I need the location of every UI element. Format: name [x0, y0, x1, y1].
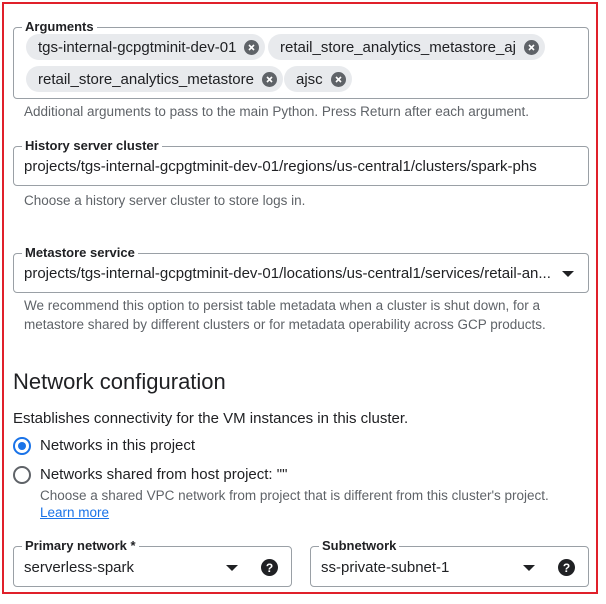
subnetwork-label: Subnetwork: [319, 538, 400, 554]
arguments-field[interactable]: Arguments tgs-internal-gcpgtminit-dev-01…: [13, 19, 589, 99]
network-section-title: Network configuration: [13, 369, 226, 394]
arguments-hint: Additional arguments to pass to the main…: [24, 104, 530, 119]
learn-more-link[interactable]: Learn more: [40, 505, 109, 520]
history-server-hint: Choose a history server cluster to store…: [24, 193, 306, 208]
argument-chip-text: retail_store_analytics_metastore_aj: [280, 38, 516, 56]
help-icon[interactable]: ?: [261, 559, 278, 576]
dropdown-caret-icon[interactable]: [562, 271, 574, 277]
network-description: Establishes connectivity for the VM inst…: [13, 410, 409, 427]
shared-network-hint: Choose a shared VPC network from project…: [40, 488, 549, 503]
metastore-hint-line1: We recommend this option to persist tabl…: [24, 298, 541, 313]
primary-network-value: serverless-spark: [24, 559, 135, 576]
radio-networks-this-project[interactable]: [13, 437, 31, 455]
radio-label-networks-shared[interactable]: Networks shared from host project: "": [40, 466, 287, 483]
argument-chip-text: ajsc: [296, 70, 323, 88]
remove-chip-icon[interactable]: [261, 71, 277, 87]
history-server-value: projects/tgs-internal-gcpgtminit-dev-01/…: [24, 158, 537, 175]
argument-chip-text: tgs-internal-gcpgtminit-dev-01: [38, 38, 237, 56]
metastore-label: Metastore service: [22, 245, 138, 261]
metastore-value: projects/tgs-internal-gcpgtminit-dev-01/…: [24, 265, 551, 282]
primary-network-select[interactable]: Primary network * serverless-spark ?: [13, 538, 292, 587]
subnetwork-select[interactable]: Subnetwork ss-private-subnet-1 ?: [310, 538, 589, 587]
argument-chip[interactable]: ajsc: [284, 66, 352, 92]
remove-chip-icon[interactable]: [244, 39, 260, 55]
history-server-field[interactable]: History server cluster projects/tgs-inte…: [13, 138, 589, 186]
argument-chip[interactable]: tgs-internal-gcpgtminit-dev-01: [26, 34, 266, 60]
history-server-label: History server cluster: [22, 138, 162, 154]
radio-label-networks-this-project[interactable]: Networks in this project: [40, 437, 195, 454]
subnetwork-value: ss-private-subnet-1: [321, 559, 450, 576]
dropdown-caret-icon[interactable]: [226, 565, 238, 571]
arguments-label: Arguments: [22, 19, 97, 35]
argument-chip-text: retail_store_analytics_metastore: [38, 70, 254, 88]
remove-chip-icon[interactable]: [330, 71, 346, 87]
remove-chip-icon[interactable]: [523, 39, 539, 55]
radio-networks-shared[interactable]: [13, 466, 31, 484]
primary-network-label: Primary network *: [22, 538, 139, 554]
metastore-select[interactable]: Metastore service projects/tgs-internal-…: [13, 245, 589, 293]
metastore-hint-line2: metastore shared by different clusters o…: [24, 317, 546, 332]
argument-chip[interactable]: retail_store_analytics_metastore: [26, 66, 283, 92]
argument-chip[interactable]: retail_store_analytics_metastore_aj: [268, 34, 545, 60]
help-icon[interactable]: ?: [558, 559, 575, 576]
dropdown-caret-icon[interactable]: [523, 565, 535, 571]
